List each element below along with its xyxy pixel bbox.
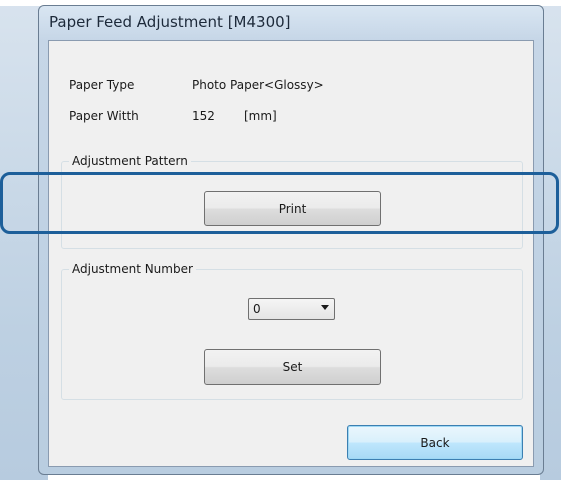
adjustment-pattern-title: Adjustment Pattern bbox=[69, 154, 191, 168]
paper-width-label: Paper Witth bbox=[69, 109, 139, 123]
paper-width-value: 152 bbox=[192, 109, 215, 123]
paper-width-unit: [mm] bbox=[244, 109, 277, 123]
paper-type-value: Photo Paper<Glossy> bbox=[192, 78, 324, 92]
adjustment-number-title: Adjustment Number bbox=[69, 262, 196, 276]
paper-type-label: Paper Type bbox=[69, 78, 135, 92]
back-button[interactable]: Back bbox=[347, 425, 523, 460]
chevron-down-icon bbox=[321, 305, 329, 310]
set-button[interactable]: Set bbox=[204, 349, 381, 385]
window-title: Paper Feed Adjustment [M4300] bbox=[49, 13, 291, 31]
adjustment-number-dropdown[interactable]: 0 bbox=[248, 298, 335, 320]
print-button[interactable]: Print bbox=[204, 191, 381, 226]
adjustment-pattern-group: Adjustment Pattern Print bbox=[61, 154, 523, 249]
adjustment-number-group: Adjustment Number 0 Set bbox=[61, 262, 523, 400]
adjustment-number-selected: 0 bbox=[253, 302, 261, 316]
dialog-window: Paper Feed Adjustment [M4300] Paper Type… bbox=[38, 5, 544, 475]
dialog-content: Paper Type Photo Paper<Glossy> Paper Wit… bbox=[48, 40, 534, 467]
